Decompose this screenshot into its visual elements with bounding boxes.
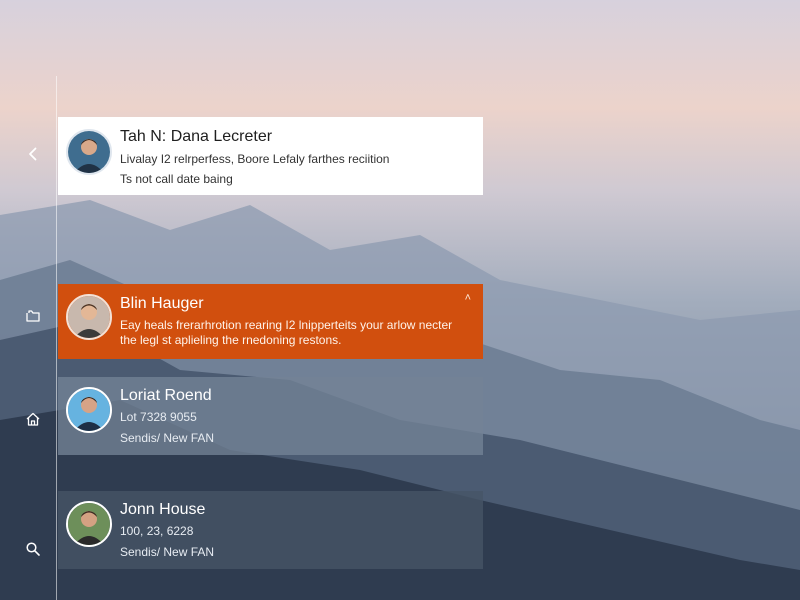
app-screen: Tah N: Dana Lecreter Livalay I2 relrperf… bbox=[0, 0, 800, 600]
folder-icon bbox=[26, 310, 40, 322]
contact-detail: Lot 7328 9055 bbox=[120, 410, 197, 424]
contact-detail: 100, 23, 6228 bbox=[120, 524, 194, 538]
contact-subdetail: the legl st aplieling the rnedoning rest… bbox=[120, 333, 342, 347]
contact-card-4[interactable]: Jonn House 100, 23, 6228 Sendis/ New FAN bbox=[58, 491, 483, 569]
rail-divider bbox=[56, 76, 57, 600]
home-button[interactable] bbox=[20, 406, 46, 432]
contact-subdetail: Ts not call date baing bbox=[120, 172, 233, 186]
contact-detail: Livalay I2 relrperfess, Boore Lefaly far… bbox=[120, 152, 390, 166]
contact-subdetail: Sendis/ New FAN bbox=[120, 431, 215, 445]
contact-card-1[interactable]: Tah N: Dana Lecreter Livalay I2 relrperf… bbox=[58, 117, 483, 195]
side-rail bbox=[0, 0, 57, 600]
contact-detail: Eay heals frerarhrotion rearing I2 lnipp… bbox=[120, 318, 453, 332]
contact-name: Jonn House bbox=[120, 501, 206, 518]
chevron-left-icon bbox=[29, 147, 37, 161]
avatar-icon bbox=[66, 129, 112, 175]
folder-button[interactable] bbox=[20, 303, 46, 329]
home-icon bbox=[26, 412, 40, 426]
search-icon bbox=[26, 542, 40, 556]
search-button[interactable] bbox=[20, 536, 46, 562]
avatar-icon bbox=[66, 501, 112, 547]
contact-card-3[interactable]: Loriat Roend Lot 7328 9055 Sendis/ New F… bbox=[58, 377, 483, 455]
avatar-icon bbox=[66, 387, 112, 433]
contact-name: Tah N: Dana Lecreter bbox=[120, 128, 273, 145]
collapse-icon[interactable]: ˄ bbox=[465, 292, 471, 304]
contact-name: Loriat Roend bbox=[120, 387, 212, 404]
contact-card-2[interactable]: Blin Hauger Eay heals frerarhrotion rear… bbox=[58, 284, 483, 359]
back-button[interactable] bbox=[20, 141, 46, 167]
contact-subdetail: Sendis/ New FAN bbox=[120, 545, 215, 559]
avatar-icon bbox=[66, 294, 112, 340]
contact-name: Blin Hauger bbox=[120, 295, 204, 312]
